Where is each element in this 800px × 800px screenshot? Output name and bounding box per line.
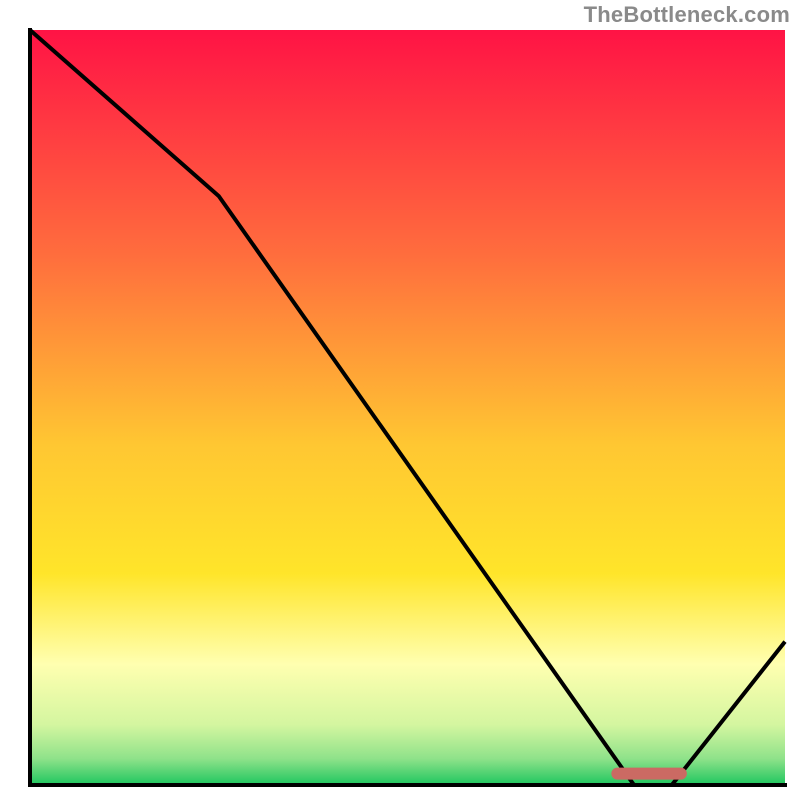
bottleneck-chart [0,0,800,800]
plot-background [30,30,785,785]
optimum-range-marker [611,768,687,780]
chart-container: TheBottleneck.com [0,0,800,800]
watermark-text: TheBottleneck.com [584,2,790,28]
